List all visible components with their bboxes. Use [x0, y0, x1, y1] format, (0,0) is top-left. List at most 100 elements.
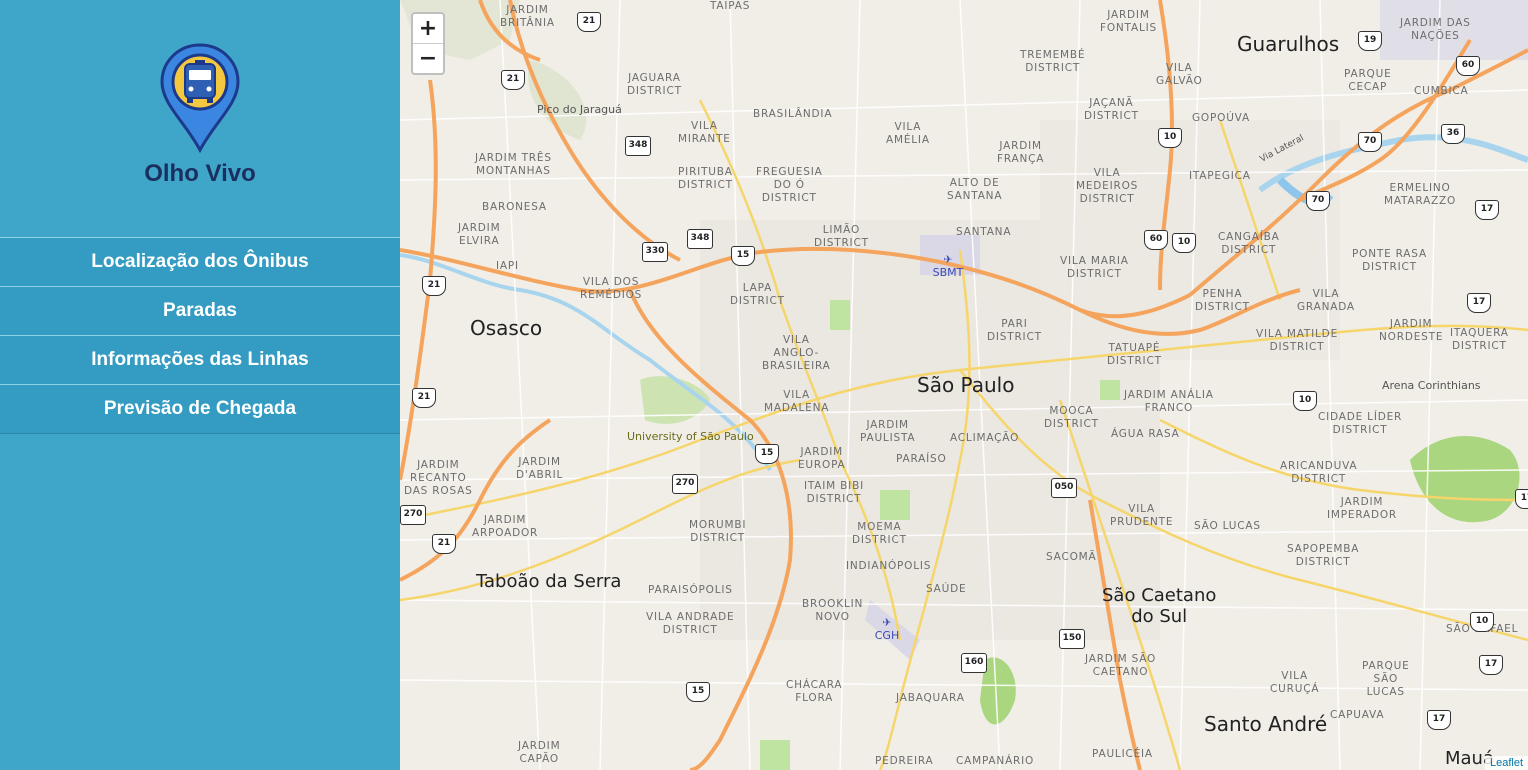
- district-label: PARAÍSO: [896, 453, 947, 465]
- district-label: ERMELINO MATARAZZO: [1384, 182, 1457, 207]
- route-shield: 17: [1479, 655, 1503, 675]
- district-label: JAÇANÃ DISTRICT: [1084, 97, 1139, 122]
- district-label: JARDIM TRÊS MONTANHAS: [475, 152, 552, 177]
- district-label: JARDIM ELVIRA: [458, 222, 501, 247]
- district-label: SANTANA: [956, 226, 1012, 238]
- route-shield: 60: [1144, 230, 1168, 250]
- logo: [0, 42, 400, 154]
- district-label: GOPOÚVA: [1192, 112, 1250, 124]
- district-label: VILA ANGLO- BRASILEIRA: [762, 334, 831, 372]
- menu-item-stops[interactable]: Paradas: [0, 286, 400, 335]
- airport-label: SBMT: [932, 266, 964, 279]
- menu-item-arrival-forecast[interactable]: Previsão de Chegada: [0, 384, 400, 434]
- district-label: ITAQUERA DISTRICT: [1450, 327, 1509, 352]
- district-label: JARDIM EUROPA: [798, 446, 846, 471]
- district-label: PARI DISTRICT: [987, 318, 1042, 343]
- route-shield: 15: [755, 444, 779, 464]
- district-label: CIDADE LÍDER DISTRICT: [1318, 411, 1403, 436]
- district-label: PIRITUBA DISTRICT: [678, 166, 733, 191]
- district-label: JARDIM FONTALIS: [1100, 9, 1157, 34]
- district-label: PARQUE CECAP: [1344, 68, 1392, 93]
- district-label: PARQUE SÃO LUCAS: [1362, 660, 1410, 698]
- district-label: TREMEMBÉ DISTRICT: [1020, 49, 1086, 74]
- district-label: ARICANDUVA DISTRICT: [1280, 460, 1358, 485]
- district-label: ITAIM BIBI DISTRICT: [804, 480, 864, 505]
- district-label: BRASILÂNDIA: [753, 108, 833, 120]
- route-shield: 21: [432, 534, 456, 554]
- district-label: SAPOPEMBA DISTRICT: [1287, 543, 1360, 568]
- district-label: CANGAÍBA DISTRICT: [1218, 231, 1280, 256]
- route-shield: 050: [1051, 478, 1077, 498]
- district-label: FREGUESIA DO Ó DISTRICT: [756, 166, 823, 204]
- airport-label: CGH: [874, 629, 900, 642]
- city-label: Santo André: [1204, 712, 1328, 736]
- district-label: BROOKLIN NOVO: [802, 598, 864, 623]
- city-label: Osasco: [470, 316, 543, 340]
- main-menu: Localização dos Ônibus Paradas Informaçõ…: [0, 237, 400, 434]
- district-label: MOEMA DISTRICT: [852, 521, 907, 546]
- route-shield: 270: [400, 505, 426, 525]
- district-label: VILA MEDEIROS DISTRICT: [1076, 167, 1139, 205]
- menu-item-line-info[interactable]: Informações das Linhas: [0, 335, 400, 384]
- route-shield: 60: [1456, 56, 1480, 76]
- map-attribution-link[interactable]: Leaflet: [1484, 756, 1528, 770]
- district-label: CAMPANÁRIO: [956, 755, 1035, 767]
- district-label: JARDIM PAULISTA: [860, 419, 916, 444]
- route-shield: 348: [625, 136, 651, 156]
- district-label: ITAPEGICA: [1189, 170, 1251, 182]
- district-label: JAGUARA DISTRICT: [627, 72, 682, 97]
- airport-sbmt-icon: ✈ SBMT: [932, 253, 964, 279]
- district-label: JARDIM D'ABRIL: [516, 456, 564, 481]
- route-shield: 160: [961, 653, 987, 673]
- app-title: Olho Vivo: [144, 160, 256, 187]
- district-label: CAPUAVA: [1330, 709, 1385, 721]
- district-label: JABAQUARA: [896, 692, 965, 704]
- route-shield: 21: [501, 70, 525, 90]
- map[interactable]: + − Guarulhos Osasco São Paulo Taboão da…: [400, 0, 1528, 770]
- route-shield: 21: [422, 276, 446, 296]
- poi-label: Arena Corinthians: [1382, 379, 1481, 392]
- airport-cgh-icon: ✈ CGH: [874, 616, 900, 642]
- menu-item-bus-location[interactable]: Localização dos Ônibus: [0, 237, 400, 286]
- district-label: VILA GRANADA: [1297, 288, 1355, 313]
- route-shield: 330: [642, 242, 668, 262]
- district-label: ALTO DE SANTANA: [947, 177, 1003, 202]
- district-label: LAPA DISTRICT: [730, 282, 785, 307]
- route-shield: 150: [1059, 629, 1085, 649]
- route-shield: 17: [1475, 200, 1499, 220]
- district-label: JARDIM ANÁLIA FRANCO: [1124, 389, 1214, 414]
- route-shield: 36: [1441, 124, 1465, 144]
- district-label: JARDIM SÃO CAETANO: [1085, 653, 1157, 678]
- district-label: CHÁCARA FLORA: [786, 679, 843, 704]
- route-shield: 270: [672, 474, 698, 494]
- zoom-control: + −: [411, 12, 445, 75]
- district-label: VILA MIRANTE: [678, 120, 731, 145]
- district-label: VILA MARIA DISTRICT: [1060, 255, 1129, 280]
- city-label: Taboão da Serra: [476, 571, 622, 592]
- district-label: VILA AMÉLIA: [886, 121, 930, 146]
- district-label: IAPI: [496, 260, 519, 272]
- route-shield: 348: [687, 229, 713, 249]
- district-label: PAULICÉIA: [1092, 748, 1153, 760]
- route-shield: 19: [1358, 31, 1382, 51]
- poi-label: University of São Paulo: [627, 430, 754, 443]
- district-label: LIMÃO DISTRICT: [814, 224, 869, 249]
- district-label: JARDIM NORDESTE: [1379, 318, 1444, 343]
- district-label: VILA DOS REMÉDIOS: [580, 276, 643, 301]
- district-label: VILA MATILDE DISTRICT: [1256, 328, 1338, 353]
- zoom-out-button[interactable]: −: [413, 44, 443, 73]
- zoom-in-button[interactable]: +: [413, 14, 443, 44]
- district-label: ACLIMAÇÃO: [950, 432, 1020, 444]
- district-label: VILA CURUÇÁ: [1270, 670, 1320, 695]
- district-label: VILA MADALENA: [764, 389, 830, 414]
- district-label: MORUMBI DISTRICT: [689, 519, 747, 544]
- route-shield: 17: [1467, 293, 1491, 313]
- district-label: INDIANÓPOLIS: [846, 560, 932, 572]
- district-label: VILA ANDRADE DISTRICT: [646, 611, 735, 636]
- route-shield: 10: [1293, 391, 1317, 411]
- district-label: PENHA DISTRICT: [1195, 288, 1250, 313]
- bus-pin-logo-icon: [160, 43, 240, 154]
- route-shield: 21: [412, 388, 436, 408]
- district-label: PEDREIRA: [875, 755, 934, 767]
- route-shield: 70: [1306, 191, 1330, 211]
